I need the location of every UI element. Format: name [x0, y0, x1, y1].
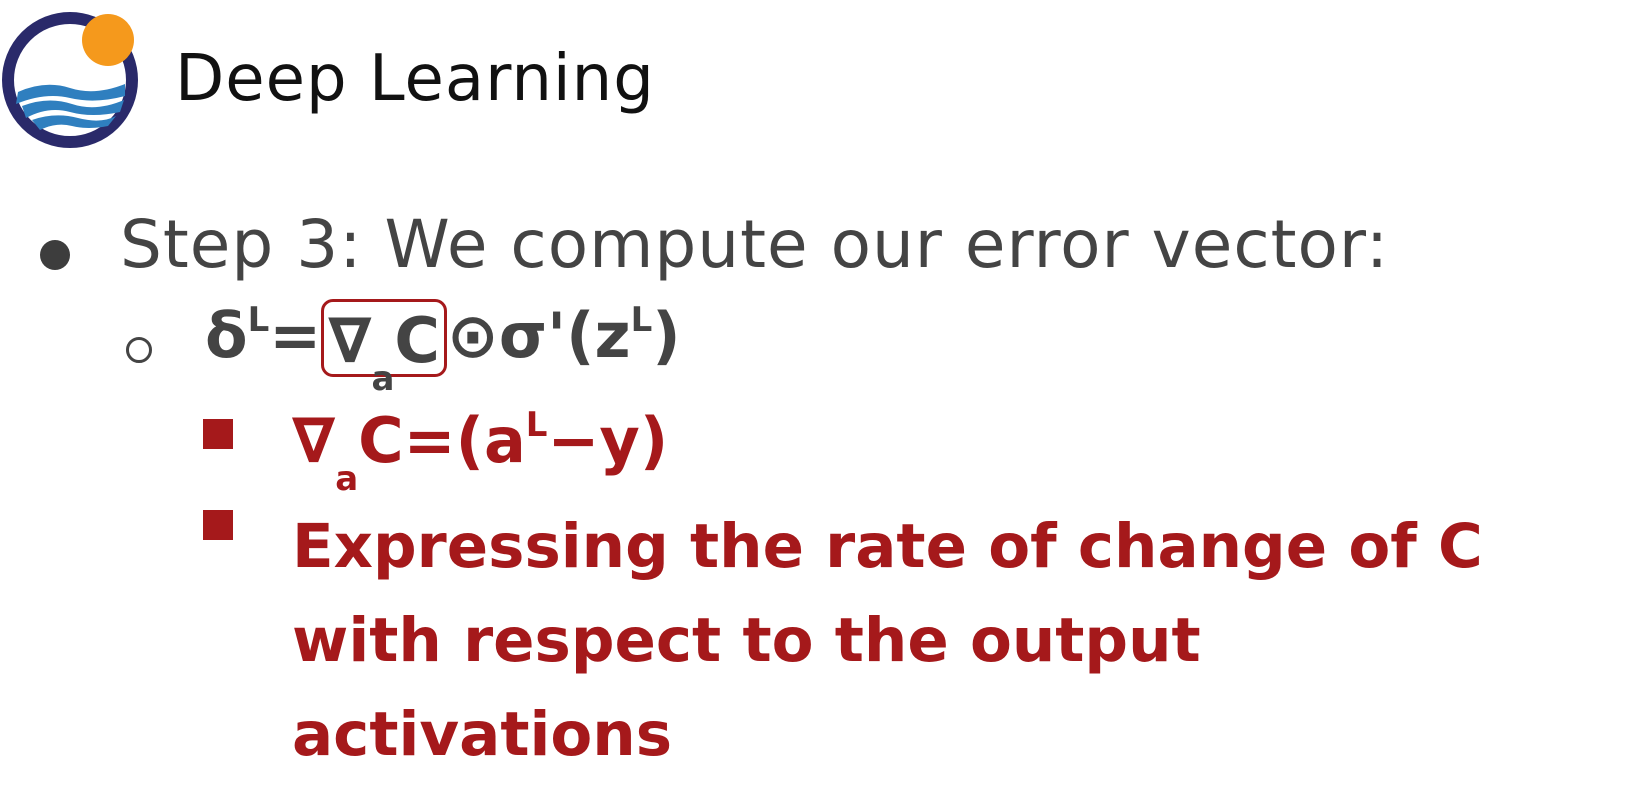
delta-superscript: L [247, 300, 270, 340]
highlight-box: ∇aC [321, 299, 447, 399]
step-heading: Step 3: We compute our error vector: [120, 206, 1390, 283]
sigma-prime: σ'(z [498, 299, 631, 372]
brand-title: Deep Learning [175, 42, 655, 116]
explanation-line-2: with respect to the output [292, 605, 1201, 676]
cost-symbol: C [394, 304, 440, 377]
explanation-line-3: activations [292, 699, 673, 770]
red-formula-superscript: L [525, 405, 548, 445]
explanation-text: Expressing the rate of change of C with … [292, 500, 1612, 782]
error-vector-formula: δL= ∇aC ⊙σ'(zL) [205, 299, 681, 399]
red-nabla-subscript: a [335, 459, 359, 499]
square-bullet-1 [203, 419, 233, 449]
explanation-line-1: Expressing the rate of change of C [292, 511, 1483, 582]
red-nabla: ∇ [292, 404, 336, 477]
equals-sign: = [269, 299, 322, 372]
square-bullet-2 [203, 510, 233, 540]
gradient-formula: ∇aC=(aL−y) [292, 408, 668, 496]
delta-symbol: δ [205, 299, 248, 372]
z-superscript: L [630, 300, 653, 340]
nabla-symbol: ∇ [328, 304, 372, 377]
deep-learning-logo [2, 12, 138, 148]
bullet-dot [40, 240, 70, 270]
red-formula-body: C=(a [358, 404, 526, 477]
hollow-bullet [126, 337, 152, 363]
hadamard-symbol: ⊙ [446, 299, 499, 372]
nabla-subscript: a [371, 359, 395, 399]
red-formula-tail: −y) [547, 404, 669, 477]
close-paren: ) [652, 299, 681, 372]
